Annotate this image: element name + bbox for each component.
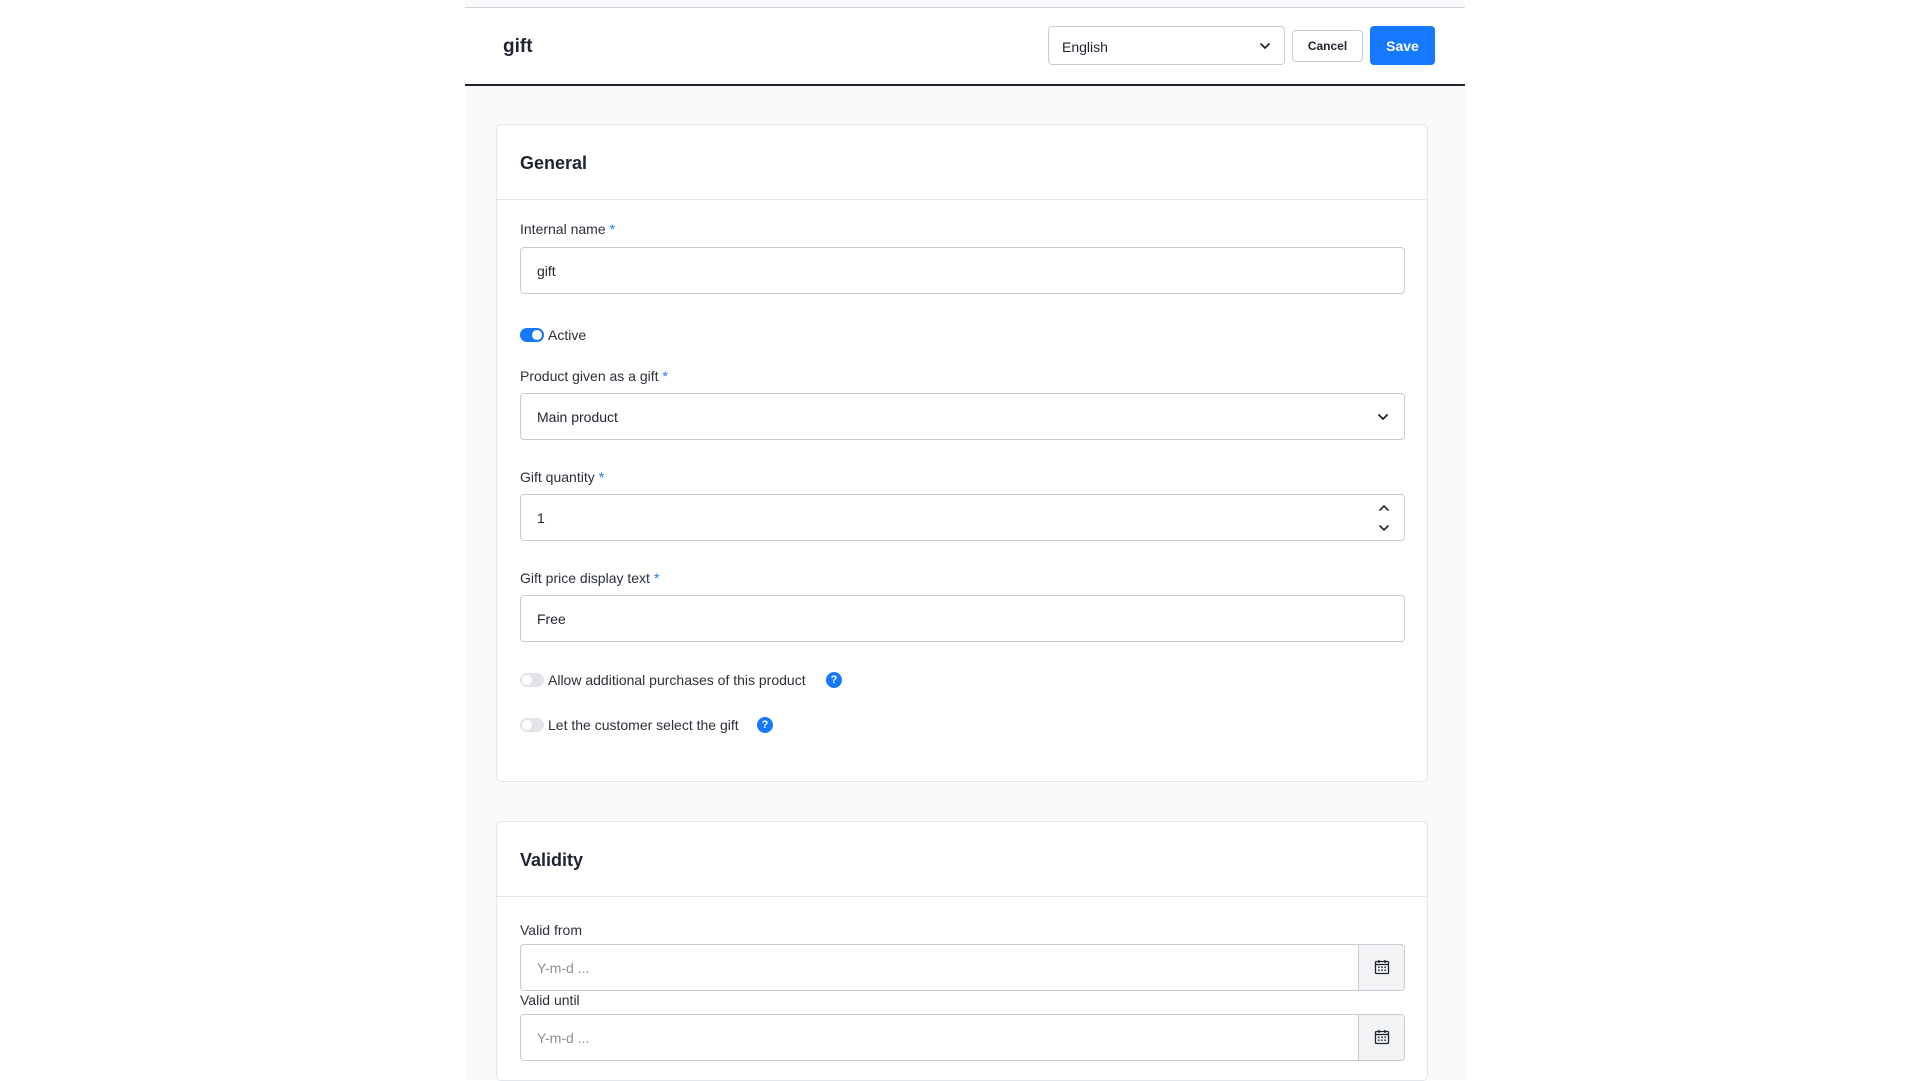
page-title: gift — [503, 36, 533, 57]
question-icon[interactable]: ? — [826, 672, 842, 688]
general-card: General Internal name * gift Active Produ… — [496, 124, 1428, 782]
internal-name-input[interactable]: gift — [520, 247, 1405, 294]
validity-card-header: Validity — [497, 822, 1427, 897]
price-text-label-text: Gift price display text — [520, 570, 650, 586]
internal-name-value: gift — [537, 263, 556, 279]
chevron-down-icon — [1260, 43, 1270, 49]
calendar-icon — [1374, 1030, 1390, 1045]
validity-card-title: Validity — [520, 850, 584, 870]
valid-until-label: Valid until — [520, 992, 580, 1008]
valid-from-calendar-button[interactable] — [1358, 945, 1404, 990]
chevron-down-icon[interactable] — [1378, 522, 1390, 534]
general-card-title: General — [520, 153, 588, 173]
active-label: Active — [548, 327, 587, 343]
active-toggle[interactable] — [520, 328, 544, 342]
calendar-icon — [1374, 960, 1390, 975]
internal-name-label-text: Internal name — [520, 221, 606, 237]
valid-until-placeholder: Y-m-d ... — [537, 1030, 590, 1046]
required-marker: * — [662, 368, 668, 384]
product-label-text: Product given as a gift — [520, 368, 659, 384]
chevron-down-icon — [1378, 414, 1388, 420]
valid-until-calendar-button[interactable] — [1358, 1015, 1404, 1060]
price-text-value: Free — [537, 611, 566, 627]
price-text-input[interactable]: Free — [520, 595, 1405, 642]
chevron-up-icon[interactable] — [1378, 502, 1390, 514]
language-select[interactable]: English — [1048, 26, 1285, 65]
toggle-knob — [522, 720, 532, 730]
quantity-label-text: Gift quantity — [520, 469, 595, 485]
valid-from-placeholder: Y-m-d ... — [537, 960, 590, 976]
allow-additional-toggle[interactable] — [520, 673, 544, 687]
customer-select-toggle[interactable] — [520, 718, 544, 732]
price-text-label: Gift price display text * — [520, 570, 659, 586]
question-icon[interactable]: ? — [757, 717, 773, 733]
allow-additional-label: Allow additional purchases of this produ… — [548, 672, 806, 688]
editor-frame: gift English Cancel Save General Interna… — [465, 0, 1465, 1081]
save-button[interactable]: Save — [1370, 26, 1435, 65]
product-label: Product given as a gift * — [520, 368, 668, 384]
required-marker: * — [598, 469, 605, 485]
quantity-label: Gift quantity * — [520, 469, 604, 485]
product-select-value: Main product — [537, 409, 618, 425]
valid-until-input[interactable]: Y-m-d ... — [520, 1014, 1405, 1061]
product-select[interactable]: Main product — [520, 393, 1405, 440]
language-select-value: English — [1062, 39, 1108, 55]
page-header: gift English Cancel Save — [465, 8, 1465, 86]
valid-from-input[interactable]: Y-m-d ... — [520, 944, 1405, 991]
toggle-knob — [522, 675, 532, 685]
cancel-button[interactable]: Cancel — [1292, 30, 1363, 62]
customer-select-label: Let the customer select the gift — [548, 717, 739, 733]
internal-name-label: Internal name * — [520, 221, 615, 237]
toggle-knob — [532, 330, 542, 340]
valid-from-label: Valid from — [520, 922, 582, 938]
quantity-stepper[interactable]: 1 — [520, 494, 1405, 541]
validity-card: Validity Valid from Y-m-d ... Valid unti… — [496, 821, 1428, 1081]
required-marker: * — [609, 221, 616, 237]
required-marker: * — [653, 570, 660, 586]
quantity-value: 1 — [537, 510, 545, 526]
general-card-header: General — [497, 125, 1427, 200]
